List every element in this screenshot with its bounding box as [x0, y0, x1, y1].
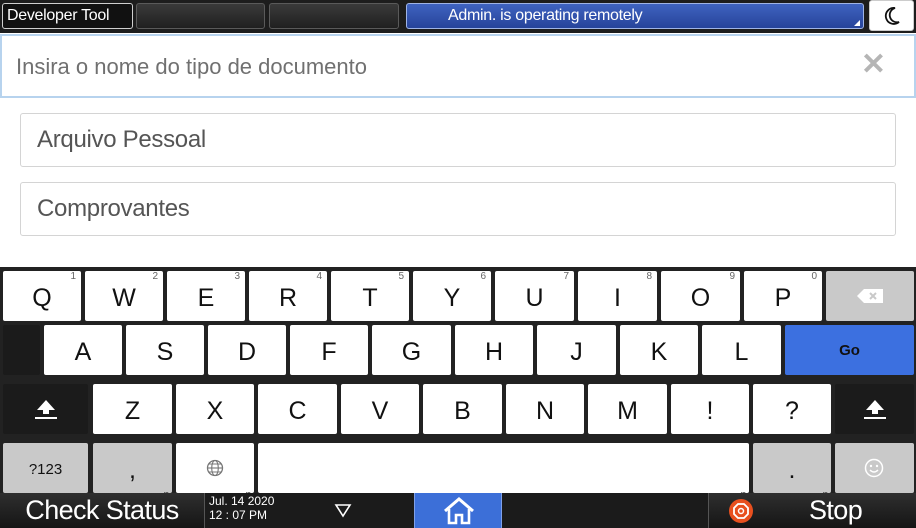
- emoji-key[interactable]: [835, 443, 914, 493]
- key-o[interactable]: O9: [661, 271, 740, 321]
- home-icon: [444, 497, 474, 525]
- night-mode-button[interactable]: [869, 0, 914, 31]
- developer-tool-button[interactable]: Developer Tool: [2, 3, 133, 29]
- list-item-label: Arquivo Pessoal: [37, 126, 206, 153]
- key-i[interactable]: I8: [578, 271, 657, 321]
- key-exclamation[interactable]: !: [671, 384, 749, 434]
- key-t[interactable]: T5: [331, 271, 409, 321]
- stop-label: Stop: [809, 495, 863, 525]
- time-text: 12 : 07 PM: [209, 508, 268, 522]
- shift-icon: [35, 400, 57, 419]
- key-p[interactable]: P0: [744, 271, 822, 321]
- key-g[interactable]: G: [372, 325, 451, 375]
- key-e[interactable]: E3: [167, 271, 245, 321]
- globe-icon: [206, 459, 224, 477]
- key-d[interactable]: D: [208, 325, 286, 375]
- check-status-button[interactable]: Check Status: [0, 493, 205, 528]
- close-icon[interactable]: ✕: [861, 50, 886, 80]
- go-key[interactable]: Go: [785, 325, 914, 375]
- list-item-label: Comprovantes: [37, 195, 190, 222]
- backspace-icon: [857, 289, 883, 303]
- shift-icon: [864, 400, 886, 419]
- remote-operation-status[interactable]: Admin. is operating remotely: [406, 3, 864, 29]
- key-y[interactable]: Y6: [413, 271, 491, 321]
- home-button[interactable]: [414, 493, 502, 528]
- keyboard-spacer-left: [3, 325, 40, 375]
- key-u[interactable]: U7: [495, 271, 574, 321]
- backspace-key[interactable]: [826, 271, 914, 321]
- key-w[interactable]: W2: [85, 271, 163, 321]
- numbers-key[interactable]: ?123: [3, 443, 88, 493]
- space-key[interactable]: ...: [258, 443, 749, 495]
- key-v[interactable]: V: [341, 384, 419, 434]
- comma-key[interactable]: ,...: [93, 443, 172, 495]
- key-c[interactable]: C: [258, 384, 337, 434]
- key-s[interactable]: S: [126, 325, 204, 375]
- on-screen-keyboard: Q1 W2 E3 R4 T5 Y6 U7 I8 O9 P0 A S D F G …: [0, 267, 916, 495]
- key-r[interactable]: R4: [249, 271, 327, 321]
- bottom-system-bar: Check Status Jul. 14 2020 12 : 07 PM Sto…: [0, 493, 916, 528]
- key-j[interactable]: J: [537, 325, 616, 375]
- key-k[interactable]: K: [620, 325, 698, 375]
- key-question[interactable]: ?: [753, 384, 831, 434]
- language-key[interactable]: ...: [176, 443, 254, 495]
- top-status-bar: Developer Tool Admin. is operating remot…: [0, 0, 916, 33]
- shift-key-right[interactable]: [835, 384, 914, 434]
- shift-key-left[interactable]: [3, 384, 88, 434]
- moon-icon: [884, 7, 900, 25]
- key-x[interactable]: X: [176, 384, 254, 434]
- developer-tool-label: Developer Tool: [7, 7, 110, 24]
- list-item-comprovantes[interactable]: Comprovantes: [20, 182, 896, 236]
- key-z[interactable]: Z: [93, 384, 172, 434]
- check-status-label: Check Status: [25, 495, 179, 525]
- empty-status-slot-2[interactable]: [269, 3, 399, 29]
- key-m[interactable]: M: [588, 384, 667, 434]
- empty-status-slot-1[interactable]: [136, 3, 265, 29]
- list-item-arquivo-pessoal[interactable]: Arquivo Pessoal: [20, 113, 896, 167]
- stop-icon: [729, 499, 753, 523]
- search-bar: ✕: [0, 34, 916, 98]
- date-time-display: Jul. 14 2020 12 : 07 PM: [209, 494, 309, 527]
- key-b[interactable]: B: [423, 384, 502, 434]
- key-n[interactable]: N: [506, 384, 584, 434]
- expand-corner-icon: [854, 20, 860, 26]
- key-q[interactable]: Q1: [3, 271, 81, 321]
- remote-operation-text: Admin. is operating remotely: [448, 7, 643, 24]
- stop-button[interactable]: Stop: [708, 493, 916, 528]
- date-text: Jul. 14 2020: [209, 494, 275, 508]
- key-f[interactable]: F: [290, 325, 368, 375]
- triangle-down-icon[interactable]: [334, 502, 352, 518]
- key-h[interactable]: H: [455, 325, 533, 375]
- document-type-search-input[interactable]: [14, 46, 838, 88]
- key-l[interactable]: L: [702, 325, 781, 375]
- key-a[interactable]: A: [44, 325, 122, 375]
- emoji-icon: [864, 458, 884, 478]
- period-key[interactable]: ....: [753, 443, 831, 495]
